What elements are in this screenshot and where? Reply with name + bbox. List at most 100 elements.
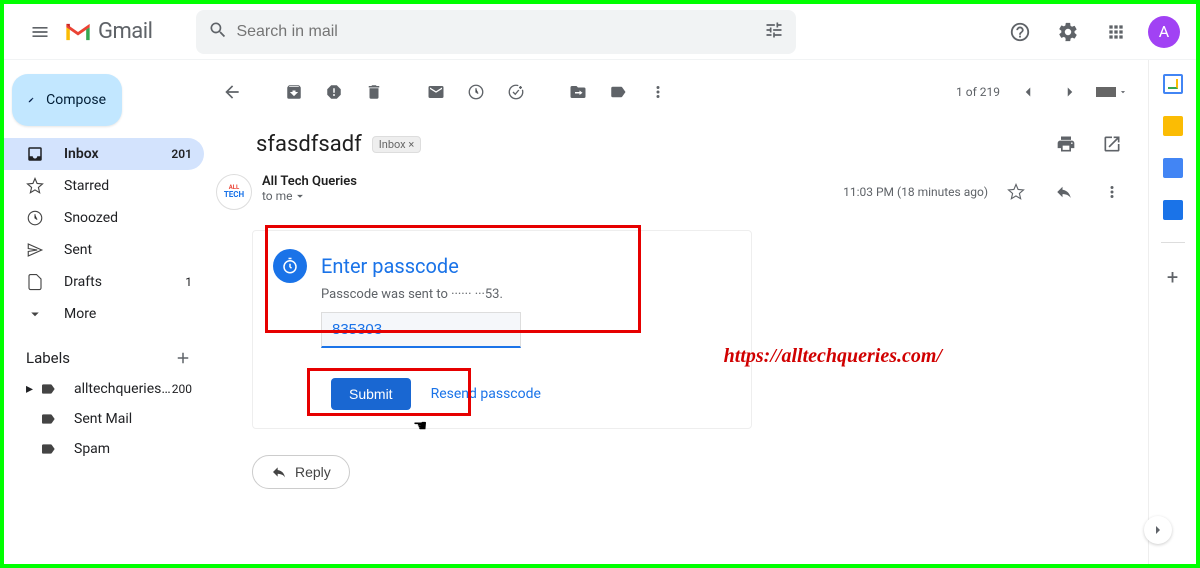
older-button[interactable] bbox=[1052, 74, 1088, 110]
gear-icon bbox=[1057, 21, 1079, 43]
caret-down-icon bbox=[293, 189, 307, 203]
caret-down-icon bbox=[1118, 87, 1128, 97]
nav-count: 1 bbox=[185, 275, 192, 289]
star-message-button[interactable] bbox=[998, 174, 1034, 210]
trash-icon bbox=[365, 83, 383, 101]
nav-drafts[interactable]: Drafts 1 bbox=[4, 266, 204, 298]
help-button[interactable] bbox=[1000, 12, 1040, 52]
sidepanel-toggle[interactable] bbox=[1144, 516, 1172, 544]
reply-label: Reply bbox=[295, 464, 331, 480]
mail-icon bbox=[427, 83, 445, 101]
label-text: Spam bbox=[74, 441, 110, 457]
folder-move-icon bbox=[569, 83, 587, 101]
mark-unread-button[interactable] bbox=[418, 74, 454, 110]
main-menu-button[interactable] bbox=[20, 12, 60, 52]
keep-addon[interactable] bbox=[1163, 116, 1183, 136]
submit-button[interactable]: Submit bbox=[331, 378, 411, 410]
account-avatar[interactable]: A bbox=[1148, 16, 1180, 48]
search-bar[interactable] bbox=[196, 10, 796, 54]
label-tag-icon bbox=[40, 381, 60, 397]
tasks-addon[interactable] bbox=[1163, 158, 1183, 178]
settings-button[interactable] bbox=[1048, 12, 1088, 52]
label-sent-mail[interactable]: Sent Mail bbox=[4, 404, 204, 434]
message-pane: 1 of 219 sfasdfsadf Inbox × ALLTECH All … bbox=[204, 60, 1148, 564]
star-icon bbox=[26, 177, 46, 195]
message-more-button[interactable] bbox=[1094, 174, 1130, 210]
more-vert-icon bbox=[649, 83, 667, 101]
more-button[interactable] bbox=[640, 74, 676, 110]
snooze-button[interactable] bbox=[458, 74, 494, 110]
apps-button[interactable] bbox=[1096, 12, 1136, 52]
nav-snoozed[interactable]: Snoozed bbox=[4, 202, 204, 234]
passcode-card: Enter passcode Passcode was sent to ····… bbox=[252, 230, 752, 429]
page-indicator: 1 of 219 bbox=[956, 85, 1000, 99]
chevron-left-icon bbox=[1019, 83, 1037, 101]
help-icon bbox=[1009, 21, 1031, 43]
to-line[interactable]: to me bbox=[262, 189, 357, 203]
archive-icon bbox=[285, 83, 303, 101]
arrow-back-icon bbox=[222, 82, 242, 102]
sidepanel-divider bbox=[1161, 242, 1185, 243]
add-label-button[interactable] bbox=[174, 349, 192, 367]
gmail-m-icon bbox=[64, 21, 92, 43]
chevron-right-icon bbox=[1150, 522, 1166, 538]
add-task-button[interactable] bbox=[498, 74, 534, 110]
compose-label: Compose bbox=[46, 92, 106, 108]
nav-starred[interactable]: Starred bbox=[4, 170, 204, 202]
inbox-chip[interactable]: Inbox × bbox=[372, 136, 421, 153]
gmail-logo[interactable]: Gmail bbox=[64, 19, 152, 44]
nav-label: Drafts bbox=[64, 274, 102, 290]
archive-button[interactable] bbox=[276, 74, 312, 110]
print-button[interactable] bbox=[1048, 126, 1084, 162]
nav-label: Starred bbox=[64, 178, 109, 194]
passcode-input[interactable] bbox=[321, 312, 521, 348]
nav-inbox[interactable]: Inbox 201 bbox=[4, 138, 204, 170]
label-alltechqueries[interactable]: ▸ alltechqueries@... 200 bbox=[4, 374, 204, 404]
message-subject: sfasdfsadf bbox=[256, 132, 362, 157]
contacts-addon[interactable] bbox=[1163, 200, 1183, 220]
resend-link[interactable]: Resend passcode bbox=[431, 386, 541, 402]
label-spam[interactable]: Spam bbox=[4, 434, 204, 464]
nav-label: Inbox bbox=[64, 146, 99, 162]
reply-button[interactable]: Reply bbox=[252, 455, 350, 489]
search-input[interactable] bbox=[236, 23, 756, 41]
star-outline-icon bbox=[1007, 183, 1025, 201]
send-icon bbox=[26, 241, 46, 259]
density-button[interactable] bbox=[1094, 74, 1130, 110]
sender-avatar[interactable]: ALLTECH bbox=[216, 174, 252, 210]
more-vert-icon bbox=[1103, 183, 1121, 201]
nav-more[interactable]: More bbox=[4, 298, 204, 330]
delete-button[interactable] bbox=[356, 74, 392, 110]
labels-text: Labels bbox=[26, 349, 70, 367]
timestamp: 11:03 PM (18 minutes ago) bbox=[843, 185, 988, 199]
print-icon bbox=[1056, 134, 1076, 154]
passcode-description: Passcode was sent to ······ ···53. bbox=[321, 287, 731, 302]
open-new-icon bbox=[1102, 134, 1122, 154]
reply-icon bbox=[271, 464, 287, 480]
clock-icon bbox=[467, 83, 485, 101]
nav-count: 201 bbox=[171, 147, 192, 161]
sidebar: Compose Inbox 201 Starred Snoozed Sent D… bbox=[4, 60, 204, 564]
newer-button[interactable] bbox=[1010, 74, 1046, 110]
move-to-button[interactable] bbox=[560, 74, 596, 110]
passcode-title: Enter passcode bbox=[321, 254, 459, 278]
nav-label: More bbox=[64, 306, 96, 322]
labels-heading: Labels bbox=[4, 342, 204, 374]
apps-grid-icon bbox=[1106, 22, 1126, 42]
open-window-button[interactable] bbox=[1094, 126, 1130, 162]
calendar-addon[interactable] bbox=[1163, 74, 1183, 94]
labels-button[interactable] bbox=[600, 74, 636, 110]
compose-button[interactable]: Compose bbox=[12, 74, 122, 126]
pencil-icon bbox=[28, 90, 34, 110]
back-button[interactable] bbox=[214, 74, 250, 110]
add-task-icon bbox=[507, 83, 525, 101]
nav-sent[interactable]: Sent bbox=[4, 234, 204, 266]
search-filters-button[interactable] bbox=[764, 20, 784, 44]
reply-icon bbox=[1055, 183, 1073, 201]
get-addons-button[interactable]: + bbox=[1167, 265, 1178, 289]
report-spam-button[interactable] bbox=[316, 74, 352, 110]
sender-name: All Tech Queries bbox=[262, 174, 357, 189]
label-tag-icon bbox=[40, 411, 60, 427]
reply-icon-button[interactable] bbox=[1046, 174, 1082, 210]
tune-icon bbox=[764, 20, 784, 40]
